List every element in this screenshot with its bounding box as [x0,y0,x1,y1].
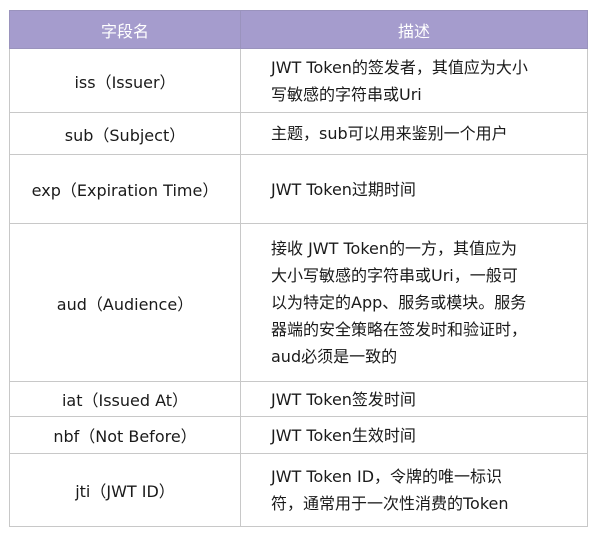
header-field-name: 字段名 [9,10,241,49]
header-description: 描述 [240,10,588,49]
description-line: 写敏感的字符串或Uri [271,84,422,104]
description-line: 器端的安全策略在签发时和验证时， [271,320,528,339]
description-line: JWT Token过期时间 [271,179,416,199]
description-line: JWT Token ID，令牌的唯一标识 [271,467,503,486]
description-cell: 主题，sub可以用来鉴别一个用户 [240,112,588,155]
description-line: 以为特定的App、服务或模块。服务 [271,293,527,312]
description-cell: JWT Token ID，令牌的唯一标识 符，通常用于一次性消费的Token [240,453,588,527]
field-name-cell: nbf（Not Before） [9,416,241,454]
field-name-cell: exp（Expiration Time） [9,154,241,224]
description-line: aud必须是一致的 [271,347,398,366]
field-name-cell: iat（Issued At） [9,381,241,417]
field-name-cell: sub（Subject） [9,112,241,155]
table-row: iss（Issuer） JWT Token的签发者，其值应为大小 写敏感的字符串… [9,48,588,113]
field-name-cell: jti（JWT ID） [9,453,241,527]
table-row: iat（Issued At） JWT Token签发时间 [9,381,588,417]
description-cell: JWT Token生效时间 [240,416,588,454]
table-row: jti（JWT ID） JWT Token ID，令牌的唯一标识 符，通常用于一… [9,453,588,527]
description-line: JWT Token签发时间 [271,389,416,409]
description-line: JWT Token生效时间 [271,425,416,445]
description-cell: JWT Token签发时间 [240,381,588,417]
table-row: exp（Expiration Time） JWT Token过期时间 [9,154,588,224]
header-row: 字段名 描述 [9,10,588,49]
jwt-claims-table: 字段名 描述 iss（Issuer） JWT Token的签发者，其值应为大小 … [9,10,588,527]
description-line: 大小写敏感的字符串或Uri，一般可 [271,266,518,285]
description-cell: JWT Token的签发者，其值应为大小 写敏感的字符串或Uri [240,48,588,113]
description-cell: 接收 JWT Token的一方，其值应为 大小写敏感的字符串或Uri，一般可 以… [240,223,588,382]
field-name-cell: iss（Issuer） [9,48,241,113]
description-line: 主题，sub可以用来鉴别一个用户 [271,124,508,143]
description-line: 接收 JWT Token的一方，其值应为 [271,239,518,258]
description-line: 符，通常用于一次性消费的Token [271,494,509,513]
field-name-cell: aud（Audience） [9,223,241,382]
table-row: sub（Subject） 主题，sub可以用来鉴别一个用户 [9,112,588,155]
table-row: aud（Audience） 接收 JWT Token的一方，其值应为 大小写敏感… [9,223,588,382]
description-line: JWT Token的签发者，其值应为大小 [271,57,528,77]
description-cell: JWT Token过期时间 [240,154,588,224]
table-row: nbf（Not Before） JWT Token生效时间 [9,416,588,454]
